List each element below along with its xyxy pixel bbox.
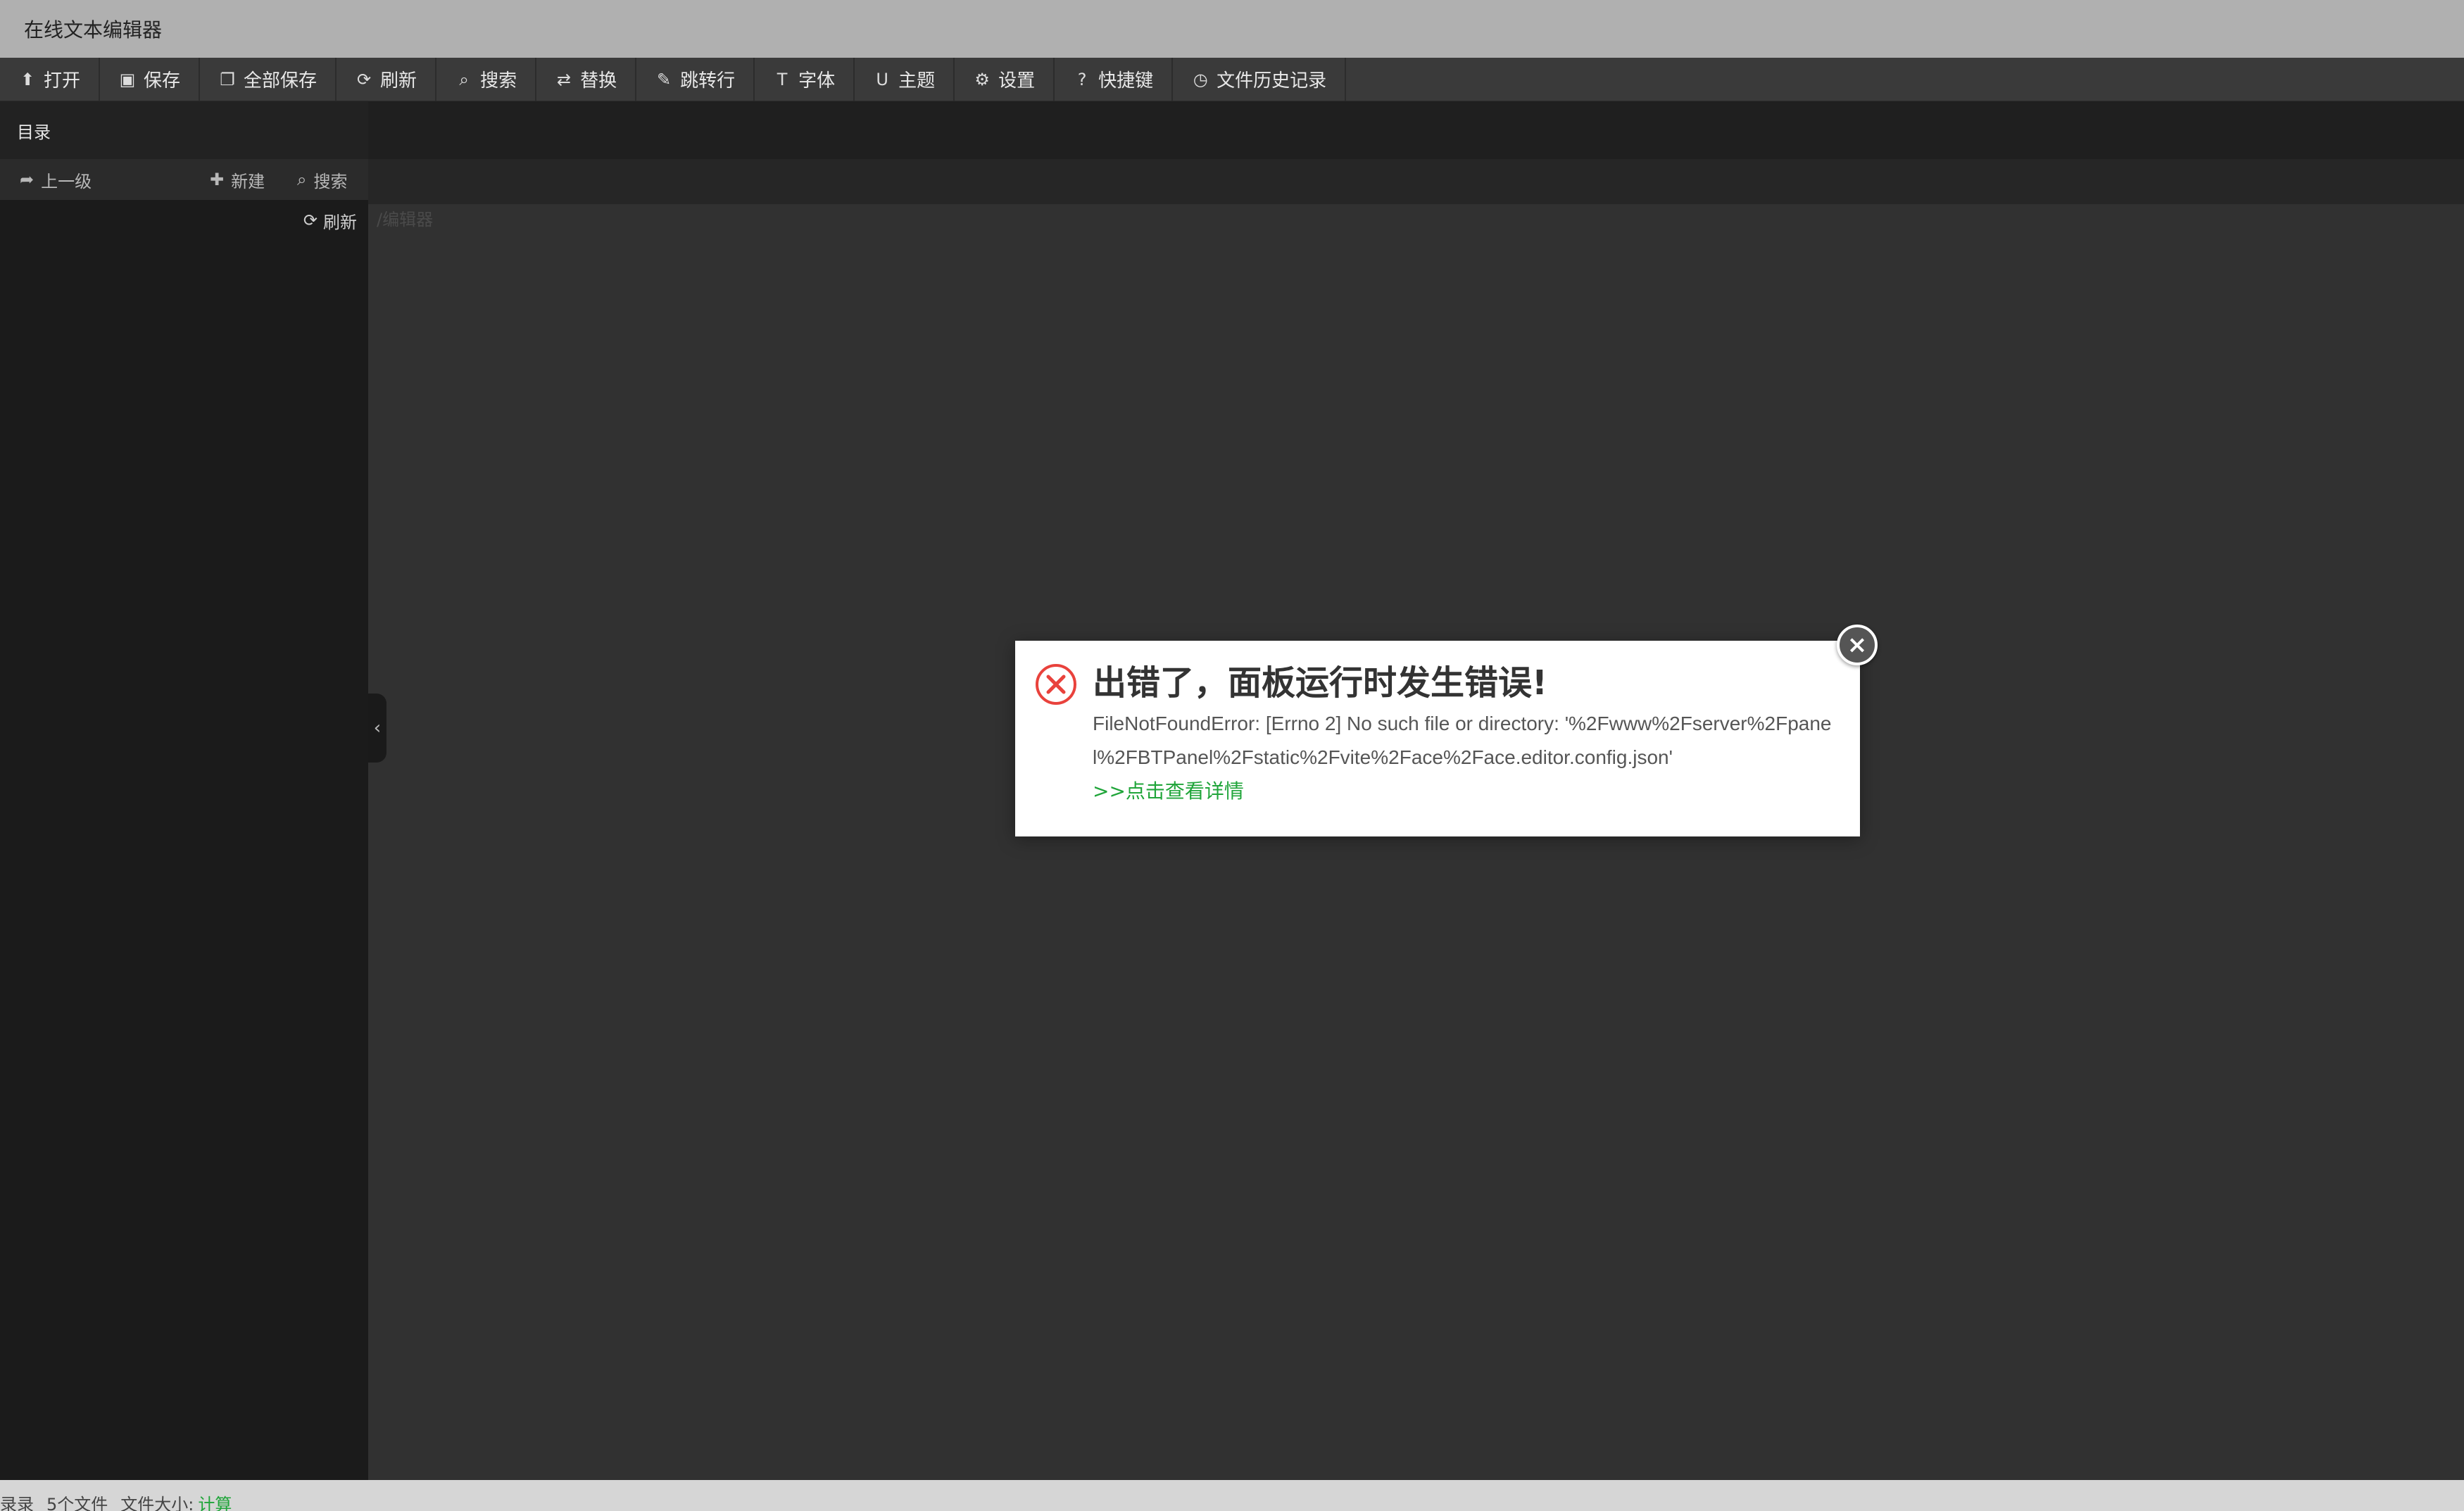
- sidebar-refresh-row: ⟳ 刷新: [0, 200, 368, 241]
- save-all-button[interactable]: ❐ 全部保存: [200, 58, 337, 101]
- refresh-label: 刷新: [380, 70, 417, 92]
- upload-icon: ⬆: [20, 69, 35, 89]
- font-label: 字体: [798, 70, 836, 92]
- text-icon: T: [777, 69, 788, 89]
- save-button[interactable]: ▣ 保存: [100, 58, 201, 101]
- status-file-count: 5个文件: [46, 1495, 108, 1511]
- dialog-close-button[interactable]: ×: [1837, 625, 1878, 665]
- theme-button[interactable]: U 主题: [855, 58, 955, 101]
- error-title: 出错了，面板运行时发生错误!: [1093, 663, 1547, 703]
- sidebar-refresh-button[interactable]: ⟳ 刷新: [303, 208, 357, 233]
- editor-placeholder: /编辑器: [377, 210, 434, 230]
- refresh-button[interactable]: ⟳ 刷新: [337, 58, 437, 101]
- calculate-size-link[interactable]: 计算: [198, 1491, 232, 1511]
- shortcuts-button[interactable]: ? 快捷键: [1055, 58, 1174, 101]
- new-file-button[interactable]: ✚ 新建: [210, 168, 265, 192]
- file-history-button[interactable]: ◷ 文件历史记录: [1173, 58, 1347, 101]
- replace-label: 替换: [580, 70, 617, 92]
- sidebar-search-button[interactable]: ⌕ 搜索: [297, 168, 347, 192]
- error-dialog: 出错了，面板运行时发生错误! FileNotFoundError: [Errno…: [1015, 641, 1860, 836]
- settings-button[interactable]: ⚙ 设置: [955, 58, 1055, 101]
- goto-line-button[interactable]: ✎ 跳转行: [636, 58, 755, 101]
- search-label: 搜索: [480, 70, 517, 92]
- search-button[interactable]: ⌕ 搜索: [436, 58, 537, 101]
- goto-line-label: 跳转行: [680, 70, 736, 92]
- sidebar-header: 目录: [0, 101, 368, 159]
- share-arrow-icon: ➦: [20, 170, 34, 189]
- magnet-icon: U: [876, 69, 888, 89]
- up-level-label: 上一级: [41, 171, 92, 192]
- search-icon: ⌕: [297, 170, 307, 189]
- save-label: 保存: [144, 70, 181, 92]
- refresh-icon: ⟳: [356, 69, 372, 89]
- title-bar: 在线文本编辑器: [0, 0, 2464, 58]
- retweet-icon: ⇄: [557, 69, 572, 89]
- up-level-button[interactable]: ➦ 上一级: [20, 168, 92, 192]
- clock-icon: ◷: [1193, 69, 1208, 89]
- font-button[interactable]: T 字体: [755, 58, 855, 101]
- sidebar-title: 目录: [17, 122, 51, 142]
- floppy-icon: ▣: [119, 69, 136, 89]
- status-path: 录录: [0, 1495, 34, 1511]
- theme-label: 主题: [898, 70, 936, 92]
- file-history-label: 文件历史记录: [1217, 70, 1327, 92]
- open-label: 打开: [44, 70, 81, 92]
- status-size-label: 文件大小:: [120, 1495, 194, 1511]
- file-tree-sidebar: 目录 ➦ 上一级 ✚ 新建 ⌕ 搜索 ⟳ 刷新: [0, 101, 368, 1480]
- question-icon: ?: [1077, 69, 1087, 89]
- new-file-label: 新建: [231, 171, 265, 192]
- pin-icon: ✎: [657, 69, 672, 89]
- gear-icon: ⚙: [974, 69, 990, 89]
- sidebar-refresh-label: 刷新: [323, 212, 357, 232]
- sidebar-collapse-button[interactable]: ‹: [368, 694, 386, 763]
- sidebar-search-label: 搜索: [313, 171, 348, 192]
- chevron-left-icon: ‹: [373, 717, 382, 739]
- plus-icon: ✚: [210, 170, 225, 189]
- close-icon: ×: [1847, 631, 1868, 659]
- save-all-label: 全部保存: [244, 70, 318, 92]
- error-message: FileNotFoundError: [Errno 2] No such fil…: [1093, 713, 1832, 768]
- shortcuts-label: 快捷键: [1098, 70, 1154, 92]
- view-details-link[interactable]: >>点击查看详情: [1093, 775, 1832, 808]
- settings-label: 设置: [998, 70, 1036, 92]
- replace-button[interactable]: ⇄ 替换: [536, 58, 637, 101]
- error-circle-icon: [1036, 664, 1076, 705]
- open-button[interactable]: ⬆ 打开: [0, 58, 101, 101]
- toolbar: ⬆ 打开 ▣ 保存 ❐ 全部保存 ⟳ 刷新 ⌕ 搜索 ⇄ 替换 ✎ 跳转行 T …: [0, 58, 2464, 101]
- editor-tab-bar: [368, 159, 2464, 204]
- search-icon: ⌕: [459, 69, 469, 89]
- sidebar-actions: ➦ 上一级 ✚ 新建 ⌕ 搜索: [0, 159, 368, 200]
- window-title: 在线文本编辑器: [24, 18, 163, 42]
- editor-header: [368, 101, 2464, 159]
- status-bar: 录录 5个文件 文件大小: 计算: [0, 1480, 2464, 1511]
- copy-icon: ❐: [220, 69, 235, 89]
- refresh-icon: ⟳: [303, 211, 318, 230]
